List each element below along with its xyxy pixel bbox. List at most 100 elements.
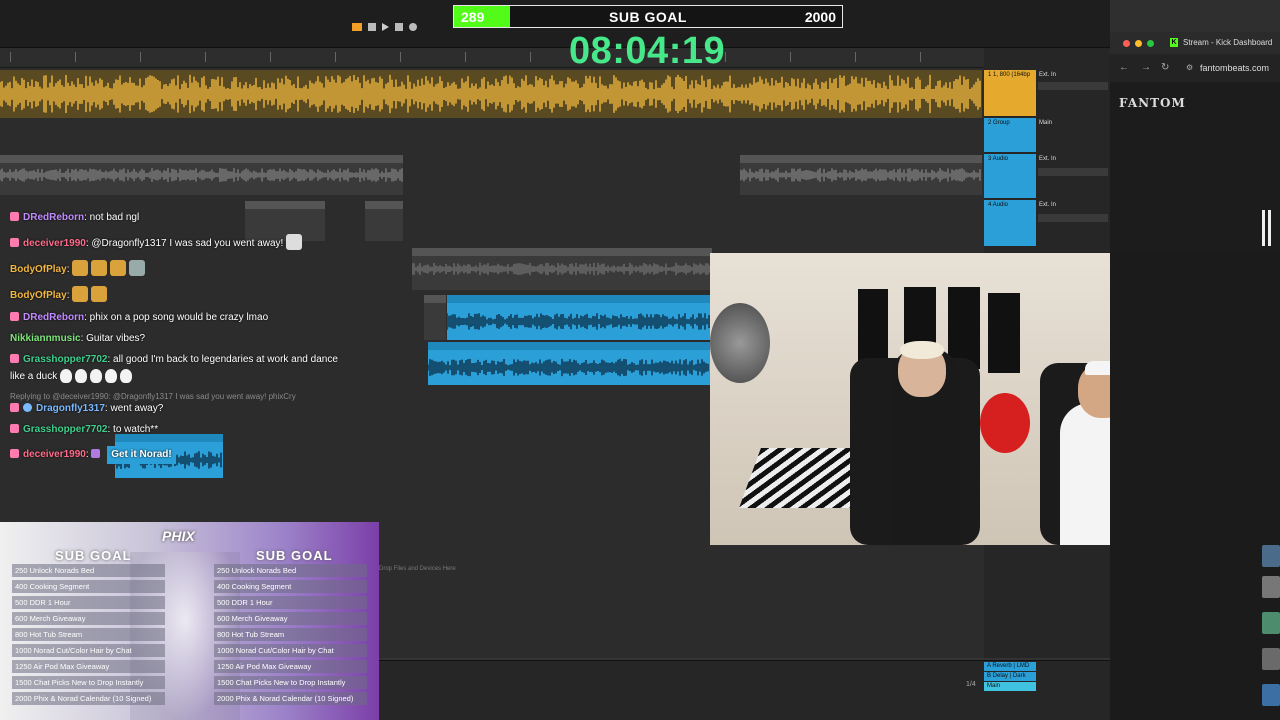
master-track[interactable]: Main <box>984 682 1036 691</box>
track-input-4[interactable]: Ext. In <box>1039 202 1056 208</box>
sub-goal-item: 400 Cooking Segment <box>12 580 165 593</box>
audio-clip-grey[interactable] <box>740 155 982 195</box>
site-settings-icon[interactable]: ⚙ <box>1186 63 1193 72</box>
waveform <box>412 262 711 276</box>
sub-goal-bar: 289 SUB GOAL 2000 <box>453 5 843 28</box>
sub-goal-item: 500 DDR 1 Hour <box>214 596 367 609</box>
audio-clip-master[interactable] <box>0 70 982 118</box>
thumbnail[interactable] <box>1262 648 1280 670</box>
sub-goal-item: 1500 Chat Picks New to Drop Instantly <box>12 676 165 689</box>
chat-text: : <box>66 264 70 275</box>
routing-dropdown[interactable] <box>1038 82 1108 90</box>
browser-content <box>1110 252 1280 720</box>
waveform <box>447 313 710 330</box>
audio-clip-grey[interactable] <box>365 201 403 241</box>
chat-text: : <box>85 449 89 460</box>
duck-emote-icon <box>90 369 103 383</box>
browser-window: K Stream - Kick Dashboard ← → ↻ ⚙ fantom… <box>1110 32 1280 252</box>
sub-badge-icon <box>10 403 19 412</box>
track-input-1[interactable]: Ext. In <box>1039 72 1056 78</box>
chat-username[interactable]: BodyOfPlay <box>10 264 67 275</box>
acoustic-panel <box>858 289 888 369</box>
chat-username[interactable]: Dragonfly1317 <box>36 403 105 414</box>
menu-bar <box>1110 0 1280 32</box>
kick-logo-icon: K <box>1170 38 1178 47</box>
maximize-window-icon[interactable] <box>1147 40 1154 47</box>
wizard-badge-icon <box>91 449 101 458</box>
chat-username[interactable]: Nikkiannmusic <box>10 333 81 344</box>
duck-emote-icon <box>60 369 73 383</box>
reload-icon[interactable]: ↻ <box>1161 62 1169 73</box>
thumbnail[interactable] <box>1262 576 1280 598</box>
audio-clip-grey[interactable] <box>0 155 403 195</box>
sub-goal-item: 400 Cooking Segment <box>214 580 367 593</box>
track-input-3[interactable]: Ext. In <box>1039 156 1056 162</box>
emote-icon <box>110 260 127 276</box>
audio-clip-blue[interactable] <box>428 342 710 385</box>
minimize-window-icon[interactable] <box>1135 40 1142 47</box>
highlighted-message: Get it Norad! <box>107 446 176 464</box>
chat-text: : all good I'm back to legendaries at wo… <box>107 354 338 365</box>
chat-message: Nikkiannmusic: Guitar vibes? <box>10 332 145 346</box>
emote-icon <box>72 286 89 302</box>
sub-badge-icon <box>10 424 19 433</box>
emote-icon <box>72 260 89 276</box>
audio-clip-grey[interactable] <box>412 248 712 290</box>
softbox-light <box>710 303 770 383</box>
record-icon[interactable] <box>409 23 417 31</box>
waveform <box>428 358 709 377</box>
browser-tab-title[interactable]: Stream - Kick Dashboard <box>1183 38 1272 47</box>
close-window-icon[interactable] <box>1123 40 1130 47</box>
scroll-indicator <box>1262 210 1265 246</box>
routing-dropdown[interactable] <box>1038 168 1108 176</box>
chat-text: : @Dragonfly1317 I was sad you went away… <box>85 238 284 249</box>
sub-goal-item: 1500 Chat Picks New to Drop Instantly <box>214 676 367 689</box>
audio-clip-grey[interactable] <box>424 295 446 340</box>
bar-counter: 1/4 <box>966 681 976 688</box>
thumbnail[interactable] <box>1262 684 1280 706</box>
routing-dropdown[interactable] <box>1038 214 1108 222</box>
duck-emote-icon <box>120 369 133 383</box>
red-pillow <box>980 393 1030 453</box>
return-track-b[interactable]: B Delay | Dark <box>984 672 1036 681</box>
chat-text: : not bad ngl <box>84 212 140 223</box>
chat-username[interactable]: deceiver1990 <box>23 238 86 249</box>
track-name-4: 4 Audio <box>988 202 1009 208</box>
emote-icon <box>129 260 146 276</box>
return-track-a[interactable]: A Reverb | LMD <box>984 662 1036 671</box>
sub-goal-title-right: SUB GOAL <box>256 548 333 563</box>
drop-hint: Drop Files and Devices Here <box>379 566 456 572</box>
stop-icon[interactable] <box>395 23 403 31</box>
chat-message: deceiver1990: @Dragonfly1317 I was sad y… <box>10 234 305 251</box>
thumbnail[interactable] <box>1262 612 1280 634</box>
chat-username[interactable]: Grasshopper7702 <box>23 354 108 365</box>
track-input-2[interactable]: Main <box>1039 120 1052 126</box>
waveform <box>740 168 981 182</box>
chat-username[interactable]: BodyOfPlay <box>10 290 67 301</box>
emote-icon <box>286 234 303 250</box>
metronome-icon[interactable] <box>352 23 362 31</box>
screen: Drop Files and Devices Here 1 1, 800 (16… <box>0 0 1280 720</box>
forward-icon[interactable]: → <box>1141 62 1151 73</box>
chat-username[interactable]: DRedReborn <box>23 312 84 323</box>
duck-emote-icon <box>105 369 118 383</box>
chat-username[interactable]: deceiver1990 <box>23 449 86 460</box>
url-field[interactable]: fantombeats.com <box>1200 63 1269 73</box>
chat-message: DRedReborn: not bad ngl <box>10 211 139 225</box>
stream-timer: 08:04:19 <box>569 30 726 72</box>
chat-username[interactable]: Grasshopper7702 <box>23 424 108 435</box>
sub-goal-item: 1000 Norad Cut/Color Hair by Chat <box>214 644 367 657</box>
thumbnail[interactable] <box>1262 545 1280 567</box>
chat-message: deceiver1990: Get it Norad! <box>10 446 176 464</box>
audio-clip-blue[interactable] <box>447 295 710 340</box>
scroll-indicator <box>1268 210 1271 246</box>
timeline-ruler[interactable] <box>0 48 985 68</box>
back-icon[interactable]: ← <box>1119 62 1129 73</box>
play-icon[interactable] <box>382 23 389 31</box>
sub-goal-item: 250 Unlock Norads Bed <box>12 564 165 577</box>
chat-message: BodyOfPlay: <box>10 286 110 303</box>
chat-username[interactable]: DRedReborn <box>23 212 84 223</box>
chat-message-continuation: like a duck <box>10 369 135 384</box>
sub-goal-item: 1250 Air Pod Max Giveaway <box>12 660 165 673</box>
loop-icon[interactable] <box>368 23 376 31</box>
